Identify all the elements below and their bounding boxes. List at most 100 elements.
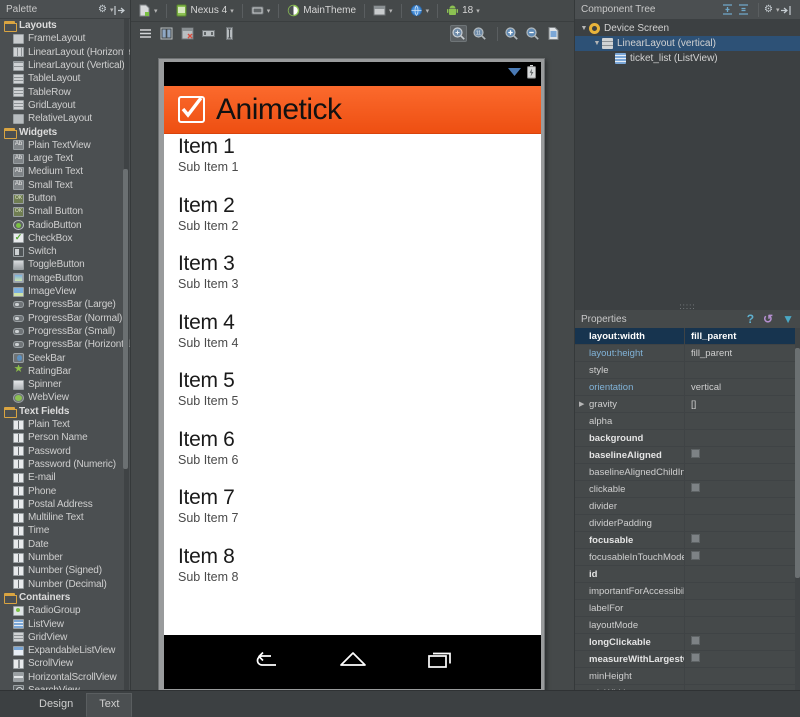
palette-item-tablerow[interactable]: TableRow (0, 85, 130, 98)
palette-item-checkbox[interactable]: CheckBox (0, 232, 130, 245)
property-row[interactable]: longClickable (575, 633, 800, 651)
palette-item-number-signed[interactable]: Number (Signed) (0, 564, 130, 577)
help-icon[interactable]: ? (747, 312, 754, 326)
palette-item-number[interactable]: Number (0, 551, 130, 564)
property-value[interactable]: fill_parent (685, 345, 800, 362)
palette-item-phone[interactable]: Phone (0, 484, 130, 497)
palette-group-widgets[interactable]: Widgets (0, 125, 130, 139)
palette-item-tablelayout[interactable]: TableLayout (0, 72, 130, 85)
list-item[interactable]: Item 4 Sub Item 4 (178, 310, 541, 369)
recents-icon[interactable] (425, 649, 455, 676)
expand-all-icon[interactable] (721, 3, 734, 16)
collapse-panel-icon[interactable] (780, 3, 793, 16)
design-canvas[interactable]: Animetick Item 1 Sub Item 1 Item 2 Sub Item… (131, 45, 574, 690)
palette-item-plain-textview[interactable]: Plain TextView (0, 139, 130, 152)
restore-icon[interactable]: ↺ (763, 312, 773, 326)
property-row[interactable]: dividerPadding (575, 514, 800, 532)
property-value[interactable] (685, 549, 800, 566)
property-checkbox[interactable] (691, 449, 700, 459)
palette-item-gridview[interactable]: GridView (0, 631, 130, 644)
palette-item-seekbar[interactable]: SeekBar (0, 351, 130, 364)
refresh-icon[interactable] (179, 25, 196, 42)
property-value[interactable] (685, 464, 800, 481)
device-selector[interactable]: Nexus 4 ▾ (172, 2, 237, 20)
zoom-in-icon[interactable] (503, 25, 520, 42)
tree-expander[interactable]: ▼ (579, 25, 589, 32)
activity-selector[interactable]: ▾ (370, 2, 396, 20)
property-value[interactable] (685, 447, 800, 464)
property-row[interactable]: labelFor (575, 599, 800, 617)
property-value[interactable]: vertical (685, 379, 800, 396)
tree-node-ticket-list-listview[interactable]: ticket_list (ListView) (575, 51, 800, 66)
properties-resize-grip[interactable]: ::::: (575, 302, 800, 311)
property-row[interactable]: layout:width fill_parent (575, 328, 800, 345)
palette-item-large-text[interactable]: Large Text (0, 152, 130, 165)
property-row[interactable]: clickable (575, 480, 800, 498)
property-value[interactable]: fill_parent (685, 328, 800, 345)
list-item[interactable]: Item 1 Sub Item 1 (178, 134, 541, 193)
palette-scrollbar-thumb[interactable] (123, 169, 128, 469)
property-row[interactable]: minHeight (575, 667, 800, 685)
list-item[interactable]: Item 3 Sub Item 3 (178, 251, 541, 310)
properties-scrollbar-thumb[interactable] (795, 348, 800, 578)
palette-item-listview[interactable]: ListView (0, 617, 130, 630)
property-value[interactable] (685, 532, 800, 549)
tab-design[interactable]: Design (26, 693, 86, 717)
palette-group-text-fields[interactable]: Text Fields (0, 405, 130, 418)
list-item[interactable]: Item 7 Sub Item 7 (178, 485, 541, 544)
palette-item-scrollview[interactable]: ScrollView (0, 657, 130, 670)
properties-scrollbar-track[interactable] (795, 328, 800, 690)
palette-item-small-text[interactable]: Small Text (0, 179, 130, 192)
palette-item-small-button[interactable]: Small Button (0, 205, 130, 218)
palette-item-relativelayout[interactable]: RelativeLayout (0, 112, 130, 125)
palette-item-spinner[interactable]: Spinner (0, 378, 130, 391)
tree-expander[interactable]: ▼ (592, 40, 602, 47)
property-value[interactable] (685, 498, 800, 515)
property-row[interactable]: importantForAccessibility (575, 582, 800, 600)
gear-icon[interactable]: ⚙ ▾ (764, 3, 779, 16)
palette-item-time[interactable]: Time (0, 524, 130, 537)
property-value[interactable] (685, 481, 800, 498)
palette-item-postal-address[interactable]: Postal Address (0, 498, 130, 511)
orientation-selector[interactable]: ▾ (248, 2, 274, 20)
palette-item-progressbar-small[interactable]: ProgressBar (Small) (0, 325, 130, 338)
api-level-selector[interactable]: 18 ▾ (443, 2, 483, 20)
palette-item-number-decimal[interactable]: Number (Decimal) (0, 577, 130, 590)
tree-node-device-screen[interactable]: ▼ Device Screen (575, 21, 800, 36)
property-value[interactable]: [] (685, 396, 800, 413)
palette-item-medium-text[interactable]: Medium Text (0, 165, 130, 178)
palette-item-linearlayout-horizontal[interactable]: LinearLayout (Horizontal) (0, 46, 130, 59)
palette-item-plain-text[interactable]: Plain Text (0, 418, 130, 431)
palette-item-button[interactable]: Button (0, 192, 130, 205)
palette-item-radiobutton[interactable]: RadioButton (0, 218, 130, 231)
palette-item-webview[interactable]: WebView (0, 391, 130, 404)
property-row[interactable]: orientation vertical (575, 378, 800, 396)
gear-icon[interactable]: ⚙ ▾ (98, 3, 113, 16)
palette-item-multiline-text[interactable]: Multiline Text (0, 511, 130, 524)
palette-item-date[interactable]: Date (0, 538, 130, 551)
property-row[interactable]: background (575, 429, 800, 447)
component-tree[interactable]: ▼ Device Screen ▼ LinearLayout (vertical) ti… (575, 19, 800, 289)
property-row[interactable]: measureWithLargestChild (575, 650, 800, 668)
list-item[interactable]: Item 5 Sub Item 5 (178, 368, 541, 427)
properties-table[interactable]: layout:width fill_parent layout:height fill… (575, 328, 800, 690)
screenshot-icon[interactable] (545, 25, 562, 42)
property-value[interactable] (685, 651, 800, 668)
palette-item-imageview[interactable]: ImageView (0, 285, 130, 298)
property-row[interactable]: layout:height fill_parent (575, 344, 800, 362)
palette-item-horizontalscrollview[interactable]: HorizontalScrollView (0, 671, 130, 684)
property-expander[interactable]: ▶ (579, 400, 584, 408)
filter-icon[interactable]: ▼ (782, 312, 794, 326)
property-row[interactable]: divider (575, 497, 800, 515)
device-screen[interactable]: Animetick Item 1 Sub Item 1 Item 2 Sub Item… (164, 62, 541, 689)
palette-item-e-mail[interactable]: E-mail (0, 471, 130, 484)
property-value[interactable] (685, 583, 800, 600)
property-value[interactable] (685, 566, 800, 583)
palette-item-togglebutton[interactable]: ToggleButton (0, 258, 130, 271)
palette-item-progressbar-normal[interactable]: ProgressBar (Normal) (0, 312, 130, 325)
property-checkbox[interactable] (691, 636, 700, 646)
theme-selector[interactable]: MainTheme (284, 2, 359, 20)
palette-item-gridlayout[interactable]: GridLayout (0, 99, 130, 112)
palette-item-list[interactable]: Layouts FrameLayout LinearLayout (Horizont… (0, 19, 130, 690)
config-file-button[interactable]: ▾ (135, 2, 161, 20)
